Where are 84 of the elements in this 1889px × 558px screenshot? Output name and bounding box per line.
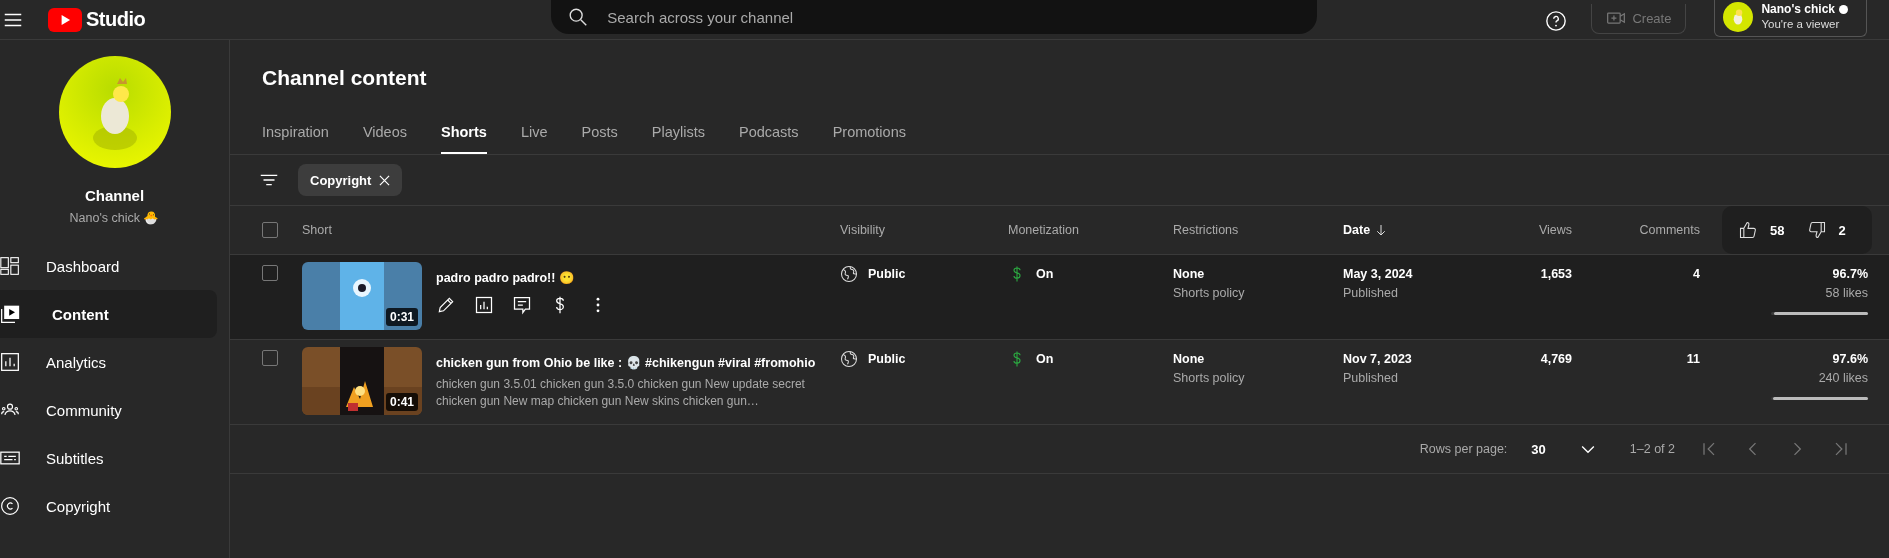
page-title: Channel content <box>262 66 428 91</box>
rows-per-page-label: Rows per page: <box>1419 442 1508 456</box>
checkbox[interactable] <box>262 222 278 238</box>
monetization-value[interactable]: On <box>1036 350 1054 366</box>
thumbs-up-icon <box>1738 220 1758 240</box>
tab[interactable]: Inspiration <box>262 116 329 154</box>
channel-name: Nano's chick 🐣 <box>69 210 160 225</box>
checkbox[interactable] <box>262 350 278 366</box>
help-icon[interactable] <box>1545 9 1568 32</box>
avatar-icon <box>1723 2 1754 32</box>
date-status: Published <box>1343 371 1399 385</box>
nav-item[interactable]: Subtitles <box>0 434 217 482</box>
analytics-icon[interactable] <box>474 295 494 315</box>
column-header[interactable]: Visibility <box>840 223 885 237</box>
dislikes-count: 2 <box>1838 222 1846 238</box>
channel-label: Channel <box>84 187 145 204</box>
like-ratio: 96.7% <box>1832 267 1868 281</box>
globe-icon <box>840 350 858 368</box>
restriction-reason: Shorts policy <box>1173 371 1246 385</box>
likes-count: 240 likes <box>1818 371 1868 385</box>
account-name: Nano's chick <box>1761 2 1848 17</box>
duration-badge: 0:31 <box>385 308 418 326</box>
dashboard-icon <box>0 256 20 276</box>
tab[interactable]: Posts <box>581 116 618 154</box>
globe-icon <box>840 265 858 283</box>
copyright-icon <box>0 496 20 516</box>
date-value: May 3, 2024 <box>1343 267 1414 281</box>
table-row[interactable]: 0:31 padro padro padro!! 😶 Public On None Shorts policy May 3, 2024 Published 1,653 4 96.7% 58 likes <box>230 255 1889 340</box>
channel-avatar[interactable] <box>58 56 171 168</box>
short-description: chicken gun 3.5.01 chicken gun 3.5.0 chicken gun New update secret chicken gun New map chicken gun New skins chicken gun… <box>436 376 806 410</box>
column-header[interactable]: Views <box>1538 223 1572 237</box>
page-range: 1–2 of 2 <box>1629 442 1675 456</box>
nav-item[interactable]: Community <box>0 386 217 434</box>
nav-item[interactable]: Dashboard <box>0 242 217 290</box>
views-count: 4,769 <box>1540 352 1572 366</box>
likes-count: 58 <box>1770 222 1785 238</box>
likes-count: 58 likes <box>1825 286 1868 300</box>
account-chip[interactable]: Nano's chick You're a viewer <box>1714 0 1867 37</box>
thumbs-down-icon <box>1806 220 1827 240</box>
restriction-value: None <box>1173 267 1206 281</box>
chip-label: Copyright <box>310 172 372 188</box>
short-title[interactable]: padro padro padro!! 😶 <box>436 270 608 285</box>
tab[interactable]: Videos <box>362 116 407 154</box>
nav-item[interactable]: Copyright <box>0 482 217 530</box>
tab[interactable]: Playlists <box>651 116 705 154</box>
search-field[interactable]: Search across your channel <box>605 7 1302 27</box>
monetization-value[interactable]: On <box>1036 265 1054 281</box>
logo-text: Studio <box>86 8 146 31</box>
comments-count: 11 <box>1686 352 1700 366</box>
sort-arrow-icon[interactable] <box>1376 224 1387 236</box>
column-header[interactable]: Short <box>302 223 332 237</box>
search-bar[interactable]: Search across your channel <box>551 0 1318 34</box>
like-ratio: 97.6% <box>1832 352 1868 366</box>
restriction-value: None <box>1173 352 1206 366</box>
nav-item[interactable]: Content <box>0 290 217 338</box>
duration-badge: 0:41 <box>385 393 418 411</box>
tab[interactable]: Promotions <box>832 116 906 154</box>
tab[interactable]: Shorts <box>441 116 487 154</box>
nav-item[interactable]: Analytics <box>0 338 217 386</box>
date-value: Nov 7, 2023 <box>1343 352 1413 366</box>
comments-count: 4 <box>1693 267 1700 281</box>
views-count: 1,653 <box>1540 267 1572 281</box>
verified-badge-icon <box>1839 5 1848 14</box>
visibility-value[interactable]: Public <box>868 265 906 281</box>
date-status: Published <box>1343 286 1399 300</box>
play-logo-icon <box>48 7 82 32</box>
visibility-value[interactable]: Public <box>868 350 906 366</box>
tab[interactable]: Live <box>520 116 548 154</box>
tab[interactable]: Podcasts <box>738 116 799 154</box>
rows-per-page-select[interactable]: 30 <box>1531 439 1598 459</box>
column-header[interactable]: Monetization <box>1008 223 1079 237</box>
edit-icon[interactable] <box>436 295 456 315</box>
close-icon[interactable] <box>379 174 391 186</box>
video-library-icon <box>0 304 20 324</box>
restriction-reason: Shorts policy <box>1173 286 1246 300</box>
analytics-icon <box>0 352 20 372</box>
checkbox[interactable] <box>262 265 278 281</box>
short-title[interactable]: chicken gun from Ohio be like : 💀 #chikengun #viral #fromohio <box>436 355 816 370</box>
comment-icon[interactable] <box>512 295 532 315</box>
column-header[interactable]: Comments <box>1639 223 1700 237</box>
filter-chip[interactable]: Copyright <box>298 164 403 196</box>
column-header[interactable]: Restrictions <box>1173 223 1239 237</box>
column-header[interactable]: Date <box>1343 223 1371 237</box>
account-role: You're a viewer <box>1761 17 1841 32</box>
